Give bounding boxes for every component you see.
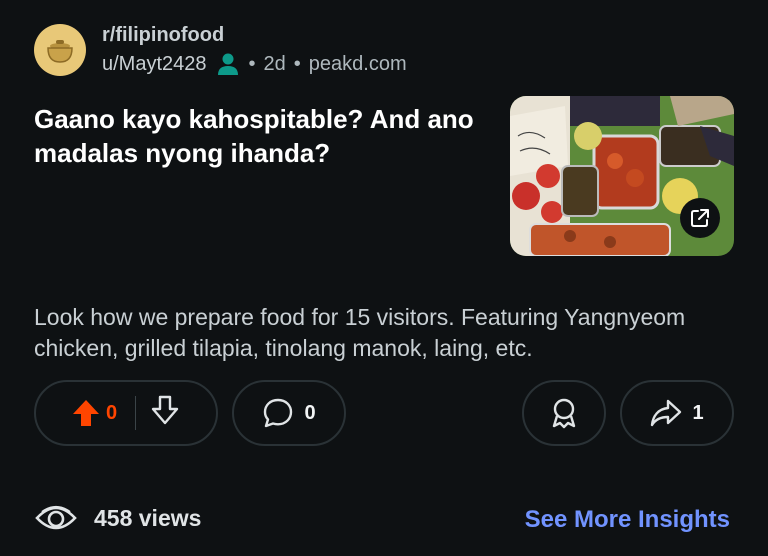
award-ribbon-icon [552,398,576,429]
share-count: 1 [692,401,704,424]
downvote-button[interactable] [150,394,180,432]
eye-icon [35,505,77,530]
post-domain[interactable]: peakd.com [309,50,407,78]
share-arrow-icon [651,399,682,427]
vote-bar: 0 [34,380,218,446]
upvote-button[interactable]: 0 [72,398,117,428]
upvote-count: 0 [105,401,118,424]
subreddit-name[interactable]: r/filipinofood [102,22,407,48]
subreddit-avatar[interactable] [34,24,86,76]
see-more-insights-link[interactable]: See More Insights [525,506,730,534]
post-header: r/filipinofood u/Mayt2428 • 2d • peakd.c… [34,22,407,78]
arrow-up-icon [72,400,99,426]
views-count: 458 views [94,504,202,531]
pot-icon [47,40,73,63]
meta-separator: • [248,53,256,75]
award-button[interactable] [522,380,606,446]
external-link-icon [691,209,709,227]
post-title[interactable]: Gaano kayo kahospitable? And ano madalas… [34,102,474,170]
person-icon [217,53,238,75]
arrow-down-icon [151,395,179,425]
comment-count: 0 [304,401,316,424]
vote-divider [135,396,137,430]
views-stat: 458 views [34,500,201,536]
share-button[interactable]: 1 [620,380,734,446]
post-body[interactable]: Look how we prepare food for 15 visitors… [34,302,734,364]
open-link-button[interactable] [680,198,720,238]
meta-separator: • [293,53,301,75]
post-age: 2d [263,53,286,75]
comments-button[interactable]: 0 [232,380,346,446]
post-thumbnail[interactable] [510,96,734,256]
speech-bubble-icon [264,398,293,428]
author-name[interactable]: u/Mayt2428 [102,50,207,78]
